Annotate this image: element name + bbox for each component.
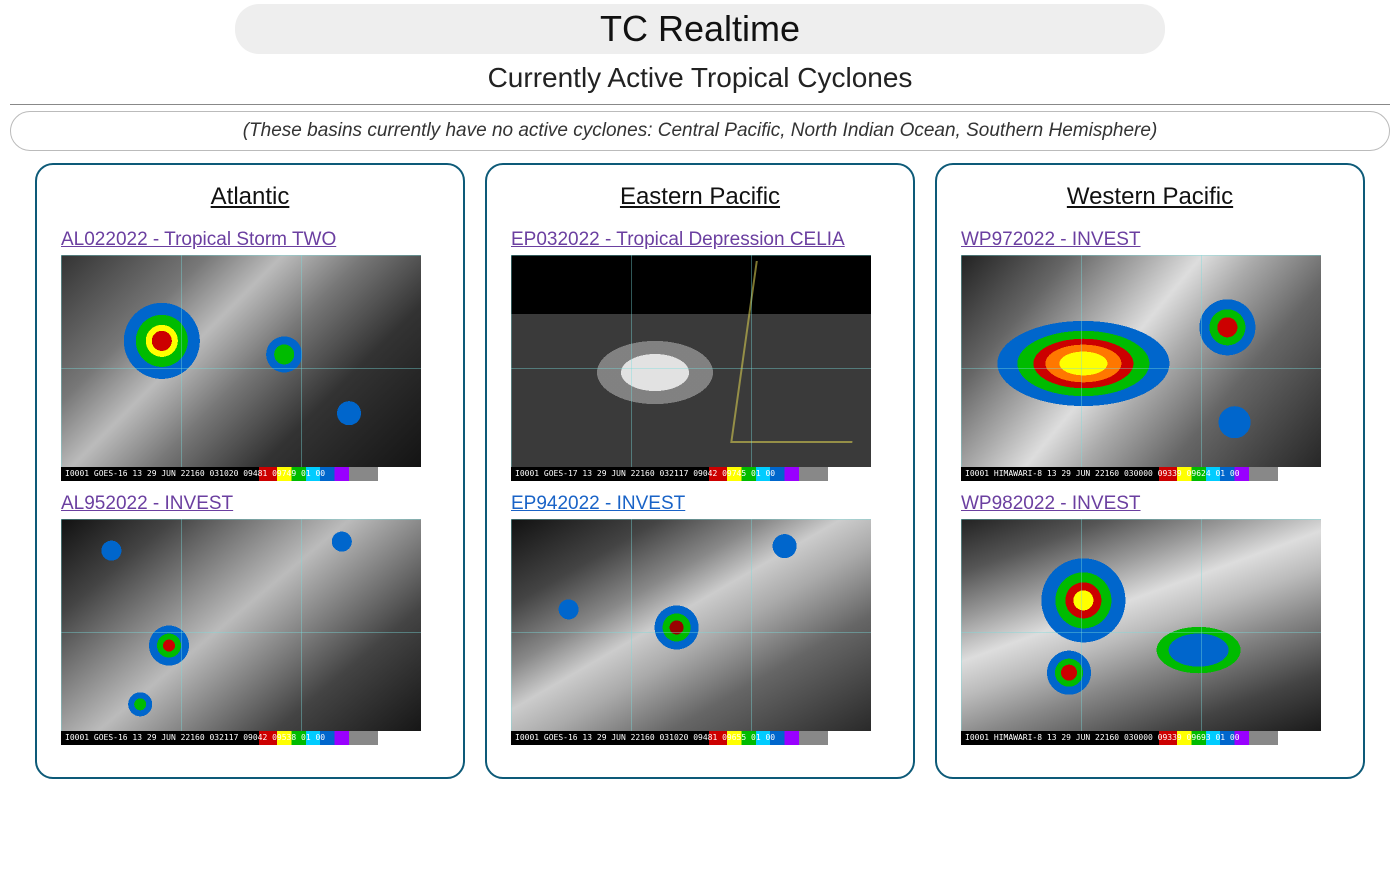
lat-lon-grid: [961, 519, 1321, 745]
lat-lon-grid: [511, 255, 871, 481]
satellite-image[interactable]: I0001 GOES-16 13 29 JUN 22160 031020 094…: [511, 519, 871, 745]
inactive-basins-note: (These basins currently have no active c…: [10, 111, 1390, 151]
image-timestamp-strip: I0001 GOES-16 13 29 JUN 22160 031020 094…: [61, 467, 421, 481]
storm-link-ep942022[interactable]: EP942022 - INVEST: [511, 493, 889, 515]
image-timestamp-strip: I0001 GOES-16 13 29 JUN 22160 031020 094…: [511, 731, 871, 745]
storm-block: AL952022 - INVEST I0001 GOES-16 13 29 JU…: [61, 493, 439, 745]
title-bar: TC Realtime: [235, 4, 1165, 54]
lat-lon-grid: [61, 519, 421, 745]
basins-row: Atlantic AL022022 - Tropical Storm TWO I…: [0, 157, 1400, 795]
satellite-image[interactable]: I0001 HIMAWARI-8 13 29 JUN 22160 030000 …: [961, 519, 1321, 745]
storm-block: EP032022 - Tropical Depression CELIA I00…: [511, 229, 889, 481]
inactive-basins-text: (These basins currently have no active c…: [243, 120, 1158, 141]
basin-title: Western Pacific: [1067, 183, 1233, 211]
storm-block: EP942022 - INVEST I0001 GOES-16 13 29 JU…: [511, 493, 889, 745]
satellite-image[interactable]: I0001 GOES-17 13 29 JUN 22160 032117 090…: [511, 255, 871, 481]
basin-title: Eastern Pacific: [620, 183, 780, 211]
storm-link-wp982022[interactable]: WP982022 - INVEST: [961, 493, 1339, 515]
satellite-image[interactable]: I0001 GOES-16 13 29 JUN 22160 032117 090…: [61, 519, 421, 745]
image-timestamp-strip: I0001 GOES-16 13 29 JUN 22160 032117 090…: [61, 731, 421, 745]
storm-link-wp972022[interactable]: WP972022 - INVEST: [961, 229, 1339, 251]
page-title: TC Realtime: [235, 8, 1165, 50]
storm-block: WP982022 - INVEST I0001 HIMAWARI-8 13 29…: [961, 493, 1339, 745]
lat-lon-grid: [61, 255, 421, 481]
basin-card-western-pacific: Western Pacific WP972022 - INVEST I0001 …: [935, 163, 1365, 779]
image-timestamp-strip: I0001 GOES-17 13 29 JUN 22160 032117 090…: [511, 467, 871, 481]
satellite-image[interactable]: I0001 GOES-16 13 29 JUN 22160 031020 094…: [61, 255, 421, 481]
storm-link-al022022[interactable]: AL022022 - Tropical Storm TWO: [61, 229, 439, 251]
storm-link-al952022[interactable]: AL952022 - INVEST: [61, 493, 439, 515]
image-timestamp-strip: I0001 HIMAWARI-8 13 29 JUN 22160 030000 …: [961, 467, 1321, 481]
basin-card-atlantic: Atlantic AL022022 - Tropical Storm TWO I…: [35, 163, 465, 779]
lat-lon-grid: [511, 519, 871, 745]
page-subtitle: Currently Active Tropical Cyclones: [10, 54, 1390, 105]
lat-lon-grid: [961, 255, 1321, 481]
basin-card-eastern-pacific: Eastern Pacific EP032022 - Tropical Depr…: [485, 163, 915, 779]
basin-title: Atlantic: [211, 183, 290, 211]
storm-block: AL022022 - Tropical Storm TWO I0001 GOES…: [61, 229, 439, 481]
image-timestamp-strip: I0001 HIMAWARI-8 13 29 JUN 22160 030000 …: [961, 731, 1321, 745]
storm-link-ep032022[interactable]: EP032022 - Tropical Depression CELIA: [511, 229, 889, 251]
satellite-image[interactable]: I0001 HIMAWARI-8 13 29 JUN 22160 030000 …: [961, 255, 1321, 481]
storm-block: WP972022 - INVEST I0001 HIMAWARI-8 13 29…: [961, 229, 1339, 481]
